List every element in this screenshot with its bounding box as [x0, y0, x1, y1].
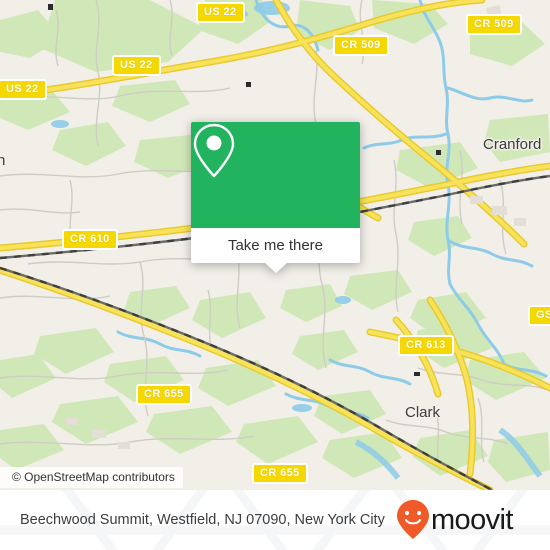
map-canvas[interactable]: US 22 US 22 US 22 CR 509 CR 509 CR 610 C… [0, 0, 550, 490]
road-shield: US 22 [0, 79, 47, 100]
popup-action-row[interactable]: Take me there [191, 228, 360, 263]
moovit-wordmark: moovit [431, 503, 513, 536]
road-shield: CR 655 [136, 384, 192, 405]
road-shield: CR 613 [398, 335, 454, 356]
map-pin-icon [193, 123, 235, 178]
page-footer: Beechwood Summit, Westfield, NJ 07090, N… [0, 490, 550, 550]
popup-header [191, 122, 360, 228]
moovit-map-page: US 22 US 22 US 22 CR 509 CR 509 CR 610 C… [0, 0, 550, 550]
road-shield: CR 610 [62, 229, 118, 250]
place-label-clipped: n [0, 152, 6, 169]
road-shield: CR 509 [466, 14, 522, 35]
road-shield: US 22 [112, 55, 161, 76]
moovit-pin-icon [397, 500, 429, 539]
moovit-logo[interactable]: moovit [396, 499, 513, 541]
take-me-there-label: Take me there [227, 237, 324, 254]
road-shield: GS [528, 305, 550, 326]
road-shield: US 22 [196, 2, 245, 23]
road-shield: CR 509 [333, 35, 389, 56]
place-label-clark: Clark [405, 404, 441, 421]
popup-pointer [264, 263, 287, 273]
road-shield: CR 655 [252, 463, 308, 484]
destination-popup-card[interactable]: Take me there [191, 122, 360, 273]
osm-attribution[interactable]: © OpenStreetMap contributors [0, 467, 183, 488]
place-label-cranford: Cranford [483, 136, 542, 153]
location-address: Beechwood Summit, Westfield, NJ 07090, N… [20, 511, 385, 528]
